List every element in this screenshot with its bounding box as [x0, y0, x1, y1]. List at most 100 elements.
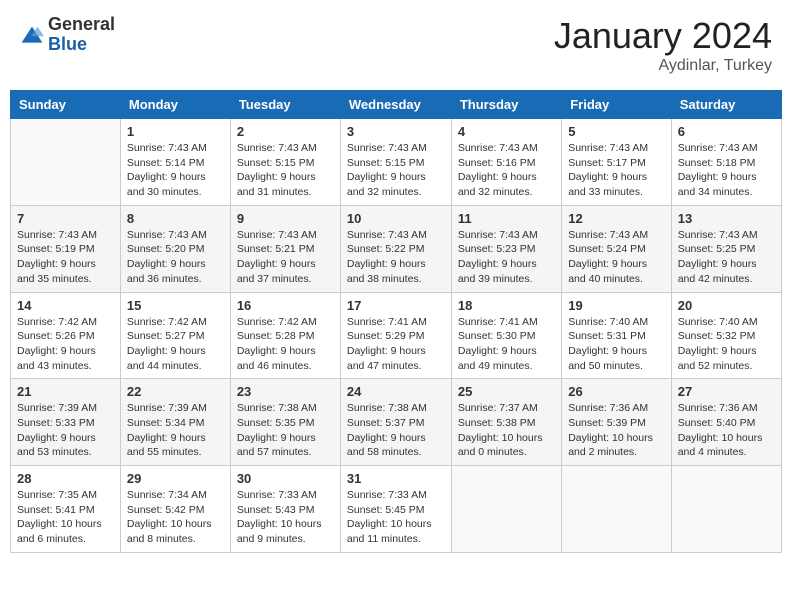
- day-info: Sunrise: 7:43 AM Sunset: 5:15 PM Dayligh…: [347, 141, 445, 200]
- day-info: Sunrise: 7:42 AM Sunset: 5:26 PM Dayligh…: [17, 315, 114, 374]
- day-info: Sunrise: 7:41 AM Sunset: 5:29 PM Dayligh…: [347, 315, 445, 374]
- calendar-cell: 8 Sunrise: 7:43 AM Sunset: 5:20 PM Daylig…: [120, 205, 230, 292]
- logo-general-text: General: [48, 15, 115, 35]
- day-info: Sunrise: 7:40 AM Sunset: 5:31 PM Dayligh…: [568, 315, 665, 374]
- day-info: Sunrise: 7:43 AM Sunset: 5:18 PM Dayligh…: [678, 141, 775, 200]
- calendar-table: SundayMondayTuesdayWednesdayThursdayFrid…: [10, 90, 782, 553]
- day-header-friday: Friday: [562, 91, 672, 119]
- day-header-monday: Monday: [120, 91, 230, 119]
- calendar-cell: 16Sunrise: 7:42 AM Sunset: 5:28 PM Dayli…: [230, 292, 340, 379]
- day-number: 20: [678, 298, 775, 313]
- calendar-cell: 4Sunrise: 7:43 AM Sunset: 5:16 PM Daylig…: [451, 119, 561, 206]
- day-header-saturday: Saturday: [671, 91, 781, 119]
- calendar-cell: [562, 466, 672, 553]
- title-section: January 2024 Aydinlar, Turkey: [554, 15, 772, 75]
- calendar-cell: 5 Sunrise: 7:43 AM Sunset: 5:17 PM Daylig…: [562, 119, 672, 206]
- day-number: 28: [17, 471, 114, 486]
- day-number: 8: [127, 211, 224, 226]
- day-info: Sunrise: 7:43 AM Sunset: 5:19 PM Dayligh…: [17, 228, 114, 287]
- day-number: 27: [678, 384, 775, 399]
- day-info: Sunrise: 7:39 AM Sunset: 5:33 PM Dayligh…: [17, 401, 114, 460]
- day-info: Sunrise: 7:43 AM Sunset: 5:21 PM Dayligh…: [237, 228, 334, 287]
- logo-icon: [20, 25, 44, 45]
- day-info: Sunrise: 7:42 AM Sunset: 5:27 PM Dayligh…: [127, 315, 224, 374]
- calendar-cell: 27 Sunrise: 7:36 AM Sunset: 5:40 PM Dayli…: [671, 379, 781, 466]
- week-row-1: 1 Sunrise: 7:43 AM Sunset: 5:14 PM Daylig…: [11, 119, 782, 206]
- day-info: Sunrise: 7:34 AM Sunset: 5:42 PM Dayligh…: [127, 488, 224, 547]
- day-header-wednesday: Wednesday: [340, 91, 451, 119]
- day-number: 9: [237, 211, 334, 226]
- day-info: Sunrise: 7:37 AM Sunset: 5:38 PM Dayligh…: [458, 401, 555, 460]
- day-info: Sunrise: 7:40 AM Sunset: 5:32 PM Dayligh…: [678, 315, 775, 374]
- day-number: 10: [347, 211, 445, 226]
- week-row-2: 7 Sunrise: 7:43 AM Sunset: 5:19 PM Daylig…: [11, 205, 782, 292]
- day-number: 12: [568, 211, 665, 226]
- day-info: Sunrise: 7:43 AM Sunset: 5:17 PM Dayligh…: [568, 141, 665, 200]
- day-info: Sunrise: 7:36 AM Sunset: 5:39 PM Dayligh…: [568, 401, 665, 460]
- calendar-cell: 19 Sunrise: 7:40 AM Sunset: 5:31 PM Dayli…: [562, 292, 672, 379]
- calendar-cell: 1 Sunrise: 7:43 AM Sunset: 5:14 PM Daylig…: [120, 119, 230, 206]
- calendar-header-row: SundayMondayTuesdayWednesdayThursdayFrid…: [11, 91, 782, 119]
- calendar-cell: 26Sunrise: 7:36 AM Sunset: 5:39 PM Dayli…: [562, 379, 672, 466]
- day-number: 25: [458, 384, 555, 399]
- day-info: Sunrise: 7:43 AM Sunset: 5:25 PM Dayligh…: [678, 228, 775, 287]
- calendar-cell: 23 Sunrise: 7:38 AM Sunset: 5:35 PM Dayli…: [230, 379, 340, 466]
- calendar-cell: 14 Sunrise: 7:42 AM Sunset: 5:26 PM Dayli…: [11, 292, 121, 379]
- day-number: 23: [237, 384, 334, 399]
- day-info: Sunrise: 7:35 AM Sunset: 5:41 PM Dayligh…: [17, 488, 114, 547]
- day-info: Sunrise: 7:38 AM Sunset: 5:35 PM Dayligh…: [237, 401, 334, 460]
- day-header-thursday: Thursday: [451, 91, 561, 119]
- day-header-tuesday: Tuesday: [230, 91, 340, 119]
- calendar-cell: 28 Sunrise: 7:35 AM Sunset: 5:41 PM Dayli…: [11, 466, 121, 553]
- calendar-cell: 17 Sunrise: 7:41 AM Sunset: 5:29 PM Dayli…: [340, 292, 451, 379]
- day-info: Sunrise: 7:43 AM Sunset: 5:16 PM Dayligh…: [458, 141, 555, 200]
- day-info: Sunrise: 7:33 AM Sunset: 5:45 PM Dayligh…: [347, 488, 445, 547]
- day-info: Sunrise: 7:43 AM Sunset: 5:15 PM Dayligh…: [237, 141, 334, 200]
- day-header-sunday: Sunday: [11, 91, 121, 119]
- day-number: 14: [17, 298, 114, 313]
- day-number: 24: [347, 384, 445, 399]
- day-number: 11: [458, 211, 555, 226]
- day-info: Sunrise: 7:33 AM Sunset: 5:43 PM Dayligh…: [237, 488, 334, 547]
- day-number: 19: [568, 298, 665, 313]
- calendar-cell: 24 Sunrise: 7:38 AM Sunset: 5:37 PM Dayli…: [340, 379, 451, 466]
- week-row-4: 21 Sunrise: 7:39 AM Sunset: 5:33 PM Dayli…: [11, 379, 782, 466]
- day-info: Sunrise: 7:43 AM Sunset: 5:22 PM Dayligh…: [347, 228, 445, 287]
- day-info: Sunrise: 7:43 AM Sunset: 5:23 PM Dayligh…: [458, 228, 555, 287]
- day-number: 13: [678, 211, 775, 226]
- calendar-cell: 2 Sunrise: 7:43 AM Sunset: 5:15 PM Daylig…: [230, 119, 340, 206]
- calendar-cell: 15Sunrise: 7:42 AM Sunset: 5:27 PM Dayli…: [120, 292, 230, 379]
- day-info: Sunrise: 7:39 AM Sunset: 5:34 PM Dayligh…: [127, 401, 224, 460]
- day-info: Sunrise: 7:43 AM Sunset: 5:24 PM Dayligh…: [568, 228, 665, 287]
- day-number: 16: [237, 298, 334, 313]
- calendar-cell: [671, 466, 781, 553]
- calendar-cell: 25 Sunrise: 7:37 AM Sunset: 5:38 PM Dayli…: [451, 379, 561, 466]
- day-number: 30: [237, 471, 334, 486]
- calendar-cell: 22 Sunrise: 7:39 AM Sunset: 5:34 PM Dayli…: [120, 379, 230, 466]
- calendar-cell: [451, 466, 561, 553]
- day-number: 22: [127, 384, 224, 399]
- day-number: 1: [127, 124, 224, 139]
- calendar-cell: 20 Sunrise: 7:40 AM Sunset: 5:32 PM Dayli…: [671, 292, 781, 379]
- calendar-cell: 11 Sunrise: 7:43 AM Sunset: 5:23 PM Dayli…: [451, 205, 561, 292]
- day-number: 2: [237, 124, 334, 139]
- day-number: 5: [568, 124, 665, 139]
- day-info: Sunrise: 7:43 AM Sunset: 5:14 PM Dayligh…: [127, 141, 224, 200]
- day-number: 31: [347, 471, 445, 486]
- calendar-cell: [11, 119, 121, 206]
- day-number: 21: [17, 384, 114, 399]
- location: Aydinlar, Turkey: [554, 57, 772, 75]
- day-info: Sunrise: 7:43 AM Sunset: 5:20 PM Dayligh…: [127, 228, 224, 287]
- calendar-cell: 3 Sunrise: 7:43 AM Sunset: 5:15 PM Daylig…: [340, 119, 451, 206]
- day-info: Sunrise: 7:36 AM Sunset: 5:40 PM Dayligh…: [678, 401, 775, 460]
- day-number: 6: [678, 124, 775, 139]
- day-number: 18: [458, 298, 555, 313]
- day-number: 3: [347, 124, 445, 139]
- logo: General Blue: [20, 15, 115, 55]
- calendar-cell: 30 Sunrise: 7:33 AM Sunset: 5:43 PM Dayli…: [230, 466, 340, 553]
- day-number: 17: [347, 298, 445, 313]
- day-info: Sunrise: 7:38 AM Sunset: 5:37 PM Dayligh…: [347, 401, 445, 460]
- day-number: 7: [17, 211, 114, 226]
- day-number: 29: [127, 471, 224, 486]
- calendar-cell: 7 Sunrise: 7:43 AM Sunset: 5:19 PM Daylig…: [11, 205, 121, 292]
